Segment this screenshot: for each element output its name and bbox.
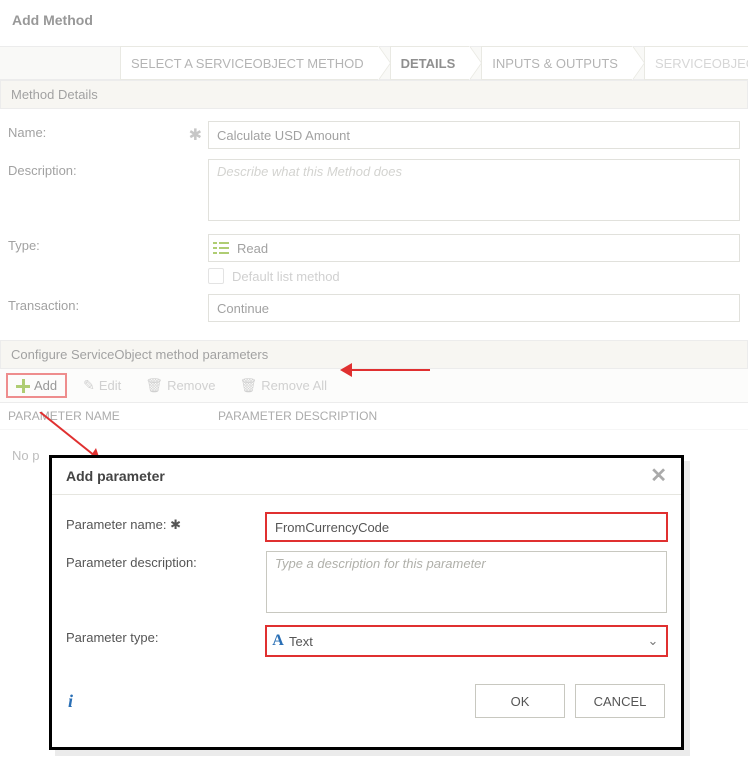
label-type: Type: — [8, 234, 208, 253]
method-details-form: Name: ✱ Description: Type: Read Default … — [0, 109, 748, 340]
params-toolbar: Add ✎ Edit 🗑 Remove 🗑 Remove All — [0, 369, 748, 403]
type-value: Read — [233, 241, 739, 256]
transaction-select[interactable]: Continue — [208, 294, 740, 322]
edit-button: ✎ Edit — [75, 374, 129, 397]
col-param-name: PARAMETER NAME — [8, 409, 218, 423]
section-method-details: Method Details — [0, 80, 748, 109]
chevron-right-icon — [632, 46, 644, 80]
name-input[interactable] — [208, 121, 740, 149]
remove-button-label: Remove — [167, 378, 215, 393]
add-button[interactable]: Add — [6, 373, 67, 398]
trash-x-icon: 🗑 — [239, 377, 257, 394]
pencil-icon: ✎ — [83, 377, 95, 394]
page-title: Add Method — [0, 0, 748, 46]
edit-button-label: Edit — [99, 378, 121, 393]
default-list-label: Default list method — [232, 269, 340, 284]
close-icon[interactable]: ✕ — [650, 469, 667, 483]
wizard-steps: SELECT A SERVICEOBJECT METHOD DETAILS IN… — [0, 46, 748, 80]
chevron-right-icon — [378, 46, 390, 80]
default-list-checkbox[interactable]: Default list method — [208, 268, 740, 284]
text-type-icon: A — [267, 632, 289, 650]
param-type-select[interactable]: A Text ⌄ — [266, 626, 667, 656]
trash-icon: 🗑 — [145, 377, 163, 394]
dialog-title: Add parameter — [66, 468, 165, 484]
col-param-desc: PARAMETER DESCRIPTION — [218, 409, 377, 423]
remove-all-button-label: Remove All — [261, 378, 327, 393]
ok-button[interactable]: OK — [475, 684, 565, 718]
label-name-text: Name: — [8, 125, 46, 140]
param-name-input[interactable] — [266, 513, 667, 541]
params-columns: PARAMETER NAME PARAMETER DESCRIPTION — [0, 403, 748, 430]
step-serviceobject: SERVICEOBJECT METH — [644, 46, 748, 80]
step-inputs-outputs[interactable]: INPUTS & OUTPUTS — [481, 46, 632, 80]
required-icon: ✱ — [189, 125, 202, 145]
chevron-down-icon: ⌄ — [640, 633, 666, 649]
checkbox-icon — [208, 268, 224, 284]
label-transaction: Transaction: — [8, 294, 208, 313]
cancel-button[interactable]: CANCEL — [575, 684, 665, 718]
required-icon: ✱ — [170, 517, 181, 532]
label-param-type: Parameter type: — [66, 626, 266, 645]
step-select-method[interactable]: SELECT A SERVICEOBJECT METHOD — [120, 46, 378, 80]
label-name: Name: ✱ — [8, 121, 208, 140]
description-input[interactable] — [208, 159, 740, 221]
remove-button: 🗑 Remove — [137, 374, 223, 397]
section-params: Configure ServiceObject method parameter… — [0, 340, 748, 369]
label-param-name-text: Parameter name: — [66, 517, 166, 532]
chevron-right-icon — [469, 46, 481, 80]
param-desc-input[interactable] — [266, 551, 667, 613]
param-type-value: Text — [289, 634, 640, 649]
list-icon — [209, 241, 233, 255]
step-details[interactable]: DETAILS — [390, 46, 470, 80]
plus-icon — [16, 379, 30, 393]
remove-all-button: 🗑 Remove All — [231, 374, 335, 397]
label-param-desc: Parameter description: — [66, 551, 266, 570]
label-description: Description: — [8, 159, 208, 178]
label-param-name: Parameter name: ✱ — [66, 513, 266, 533]
add-parameter-dialog: Add parameter ✕ Parameter name: ✱ Parame… — [49, 455, 684, 750]
type-select[interactable]: Read — [208, 234, 740, 262]
add-button-label: Add — [34, 378, 57, 393]
transaction-value: Continue — [209, 301, 739, 316]
info-icon[interactable]: i — [68, 691, 73, 712]
